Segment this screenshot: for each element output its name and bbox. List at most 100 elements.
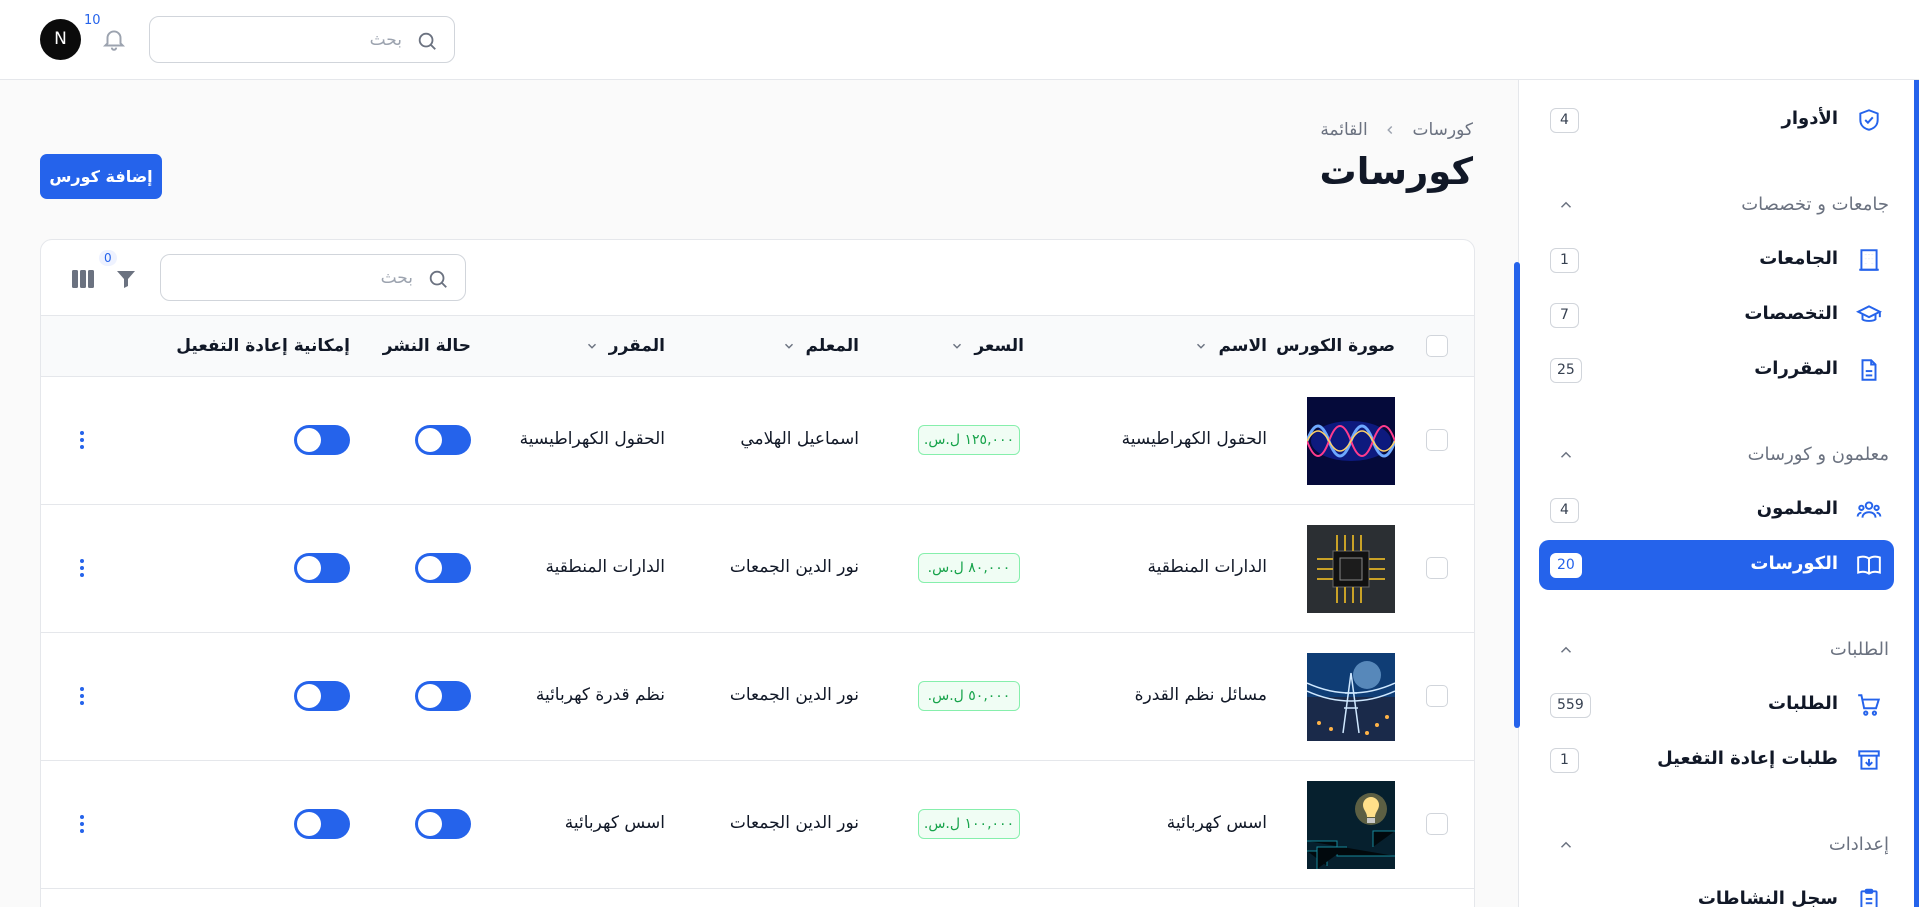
table-row[interactable]: اسس كهربائية ١٠٠,٠٠٠ ل.س. نور الدين الجم… (41, 761, 1474, 889)
sidebar-item-count: 7 (1550, 303, 1579, 328)
course-subject: الدارات المنطقية (545, 557, 665, 577)
sidebar-item-count: 4 (1550, 498, 1579, 523)
avatar[interactable]: N (40, 19, 81, 60)
course-teacher: نور الدين الجمعات (729, 557, 859, 577)
course-subject: الحقول الكهراطيسية (519, 429, 665, 449)
course-name: مسائل نظم القدرة (1134, 685, 1267, 705)
global-search-input[interactable]: بحث (149, 16, 455, 63)
select-all-checkbox[interactable] (1426, 335, 1448, 357)
reactivation-toggle[interactable] (294, 425, 350, 455)
course-teacher: اسماعيل الهلامي (740, 429, 859, 449)
sidebar-group-title: جامعات و تخصصات (1741, 194, 1889, 215)
notification-count-badge: 10 (84, 13, 101, 28)
chevron-left-icon (1383, 123, 1397, 137)
sidebar-item-count: 1 (1550, 248, 1579, 273)
sidebar-item-reactivation-requests[interactable]: طلبات إعادة التفعيل 1 (1539, 735, 1894, 785)
sidebar-item-count: 25 (1550, 358, 1582, 383)
archive-download-icon (1856, 747, 1882, 773)
sidebar-item-label: الكورسات (1750, 553, 1838, 574)
sidebar-item-orders[interactable]: الطلبات 559 (1539, 680, 1894, 730)
sidebar-group-title: إعدادات (1828, 834, 1889, 855)
chevron-up-icon (1557, 196, 1575, 214)
course-teacher: نور الدين الجمعات (729, 813, 859, 833)
sidebar-item-specializations[interactable]: التخصصات 7 (1539, 290, 1894, 340)
publish-toggle[interactable] (415, 425, 471, 455)
row-checkbox[interactable] (1426, 813, 1448, 835)
add-course-button[interactable]: إضافة كورس (40, 154, 162, 199)
courses-table-card: بحث 0 صورة الكورس الاسم السعر المعلم الم… (40, 239, 1475, 907)
chevron-up-icon (1557, 446, 1575, 464)
sidebar-scrollbar[interactable] (1914, 80, 1919, 907)
sidebar-item-label: الطلبات (1767, 693, 1838, 714)
price-badge: ١٠٠,٠٠٠ ل.س. (918, 809, 1020, 839)
sidebar-item-label: المعلمون (1756, 498, 1838, 519)
price-badge: ٨٠,٠٠٠ ل.س. (918, 553, 1020, 583)
graduation-cap-icon (1856, 302, 1882, 328)
filter-icon[interactable] (114, 267, 138, 291)
chevron-down-icon (782, 339, 796, 353)
sidebar-item-label: المقررات (1754, 358, 1838, 379)
breadcrumb: كورسات القائمة (1320, 120, 1473, 140)
more-actions-icon[interactable] (76, 557, 88, 579)
clipboard-icon (1856, 887, 1882, 907)
table-header: صورة الكورس الاسم السعر المعلم المقرر حا… (41, 315, 1474, 377)
sidebar-group-universities[interactable]: جامعات و تخصصات (1549, 194, 1889, 215)
course-image (1307, 525, 1395, 613)
sidebar-item-universities[interactable]: الجامعات 1 (1539, 235, 1894, 285)
sidebar-item-label: الجامعات (1759, 248, 1838, 269)
table-row[interactable]: الحقول الكهراطيسية ١٢٥,٠٠٠ ل.س. اسماعيل … (41, 377, 1474, 505)
column-header-image: صورة الكورس (1276, 336, 1395, 356)
building-icon (1856, 247, 1882, 273)
sidebar-group-title: معلمون و كورسات (1747, 444, 1889, 465)
sidebar-item-courses[interactable]: الكورسات 20 (1539, 540, 1894, 590)
columns-toggle-icon[interactable] (71, 268, 95, 290)
main-scrollbar[interactable] (1514, 262, 1520, 728)
column-header-subject[interactable]: المقرر (585, 336, 665, 356)
sidebar: الأدوار 4 جامعات و تخصصات الجامعات 1 الت… (1518, 80, 1919, 907)
column-header-teacher[interactable]: المعلم (782, 336, 859, 356)
search-icon (427, 268, 449, 290)
chevron-down-icon (1194, 339, 1208, 353)
sidebar-item-label: طلبات إعادة التفعيل (1657, 748, 1838, 769)
sidebar-item-activity-log[interactable]: سجل النشاطات (1539, 875, 1894, 907)
table-row[interactable]: مسائل نظم القدرة ٥٠,٠٠٠ ل.س. نور الدين ا… (41, 633, 1474, 761)
sidebar-item-courses-subjects[interactable]: المقررات 25 (1539, 345, 1894, 395)
course-subject: اسس كهربائية (564, 813, 665, 833)
table-row[interactable]: الدارات المنطقية ٨٠,٠٠٠ ل.س. نور الدين ا… (41, 505, 1474, 633)
filter-count-badge: 0 (99, 250, 117, 266)
sidebar-item-label: الأدوار (1781, 108, 1838, 129)
publish-toggle[interactable] (415, 681, 471, 711)
price-badge: ١٢٥,٠٠٠ ل.س. (918, 425, 1020, 455)
column-header-name[interactable]: الاسم (1194, 336, 1267, 356)
reactivation-toggle[interactable] (294, 681, 350, 711)
sidebar-item-label: التخصصات (1744, 303, 1838, 324)
row-checkbox[interactable] (1426, 429, 1448, 451)
sidebar-group-teachers[interactable]: معلمون و كورسات (1549, 444, 1889, 465)
sidebar-item-label: سجل النشاطات (1697, 888, 1838, 907)
reactivation-toggle[interactable] (294, 553, 350, 583)
publish-toggle[interactable] (415, 809, 471, 839)
more-actions-icon[interactable] (76, 813, 88, 835)
course-name: اسس كهربائية (1166, 813, 1267, 833)
more-actions-icon[interactable] (76, 685, 88, 707)
row-checkbox[interactable] (1426, 685, 1448, 707)
sidebar-group-settings[interactable]: إعدادات (1549, 834, 1889, 855)
more-actions-icon[interactable] (76, 429, 88, 451)
breadcrumb-item-courses[interactable]: كورسات (1412, 120, 1473, 140)
course-name: الحقول الكهراطيسية (1121, 429, 1267, 449)
document-icon (1856, 357, 1882, 383)
sidebar-item-count: 20 (1550, 553, 1582, 578)
column-header-price[interactable]: السعر (950, 336, 1024, 356)
table-search-input[interactable]: بحث (160, 254, 466, 301)
sidebar-group-orders[interactable]: الطلبات (1549, 639, 1889, 660)
sidebar-item-roles[interactable]: الأدوار 4 (1539, 95, 1894, 145)
price-badge: ٥٠,٠٠٠ ل.س. (918, 681, 1020, 711)
publish-toggle[interactable] (415, 553, 471, 583)
row-checkbox[interactable] (1426, 557, 1448, 579)
reactivation-toggle[interactable] (294, 809, 350, 839)
column-header-reactivation: إمكانية إعادة التفعيل (176, 336, 350, 356)
page-title: كورسات (1319, 150, 1473, 193)
bell-icon[interactable] (101, 26, 127, 52)
book-open-icon (1856, 552, 1882, 578)
sidebar-item-teachers[interactable]: المعلمون 4 (1539, 485, 1894, 535)
